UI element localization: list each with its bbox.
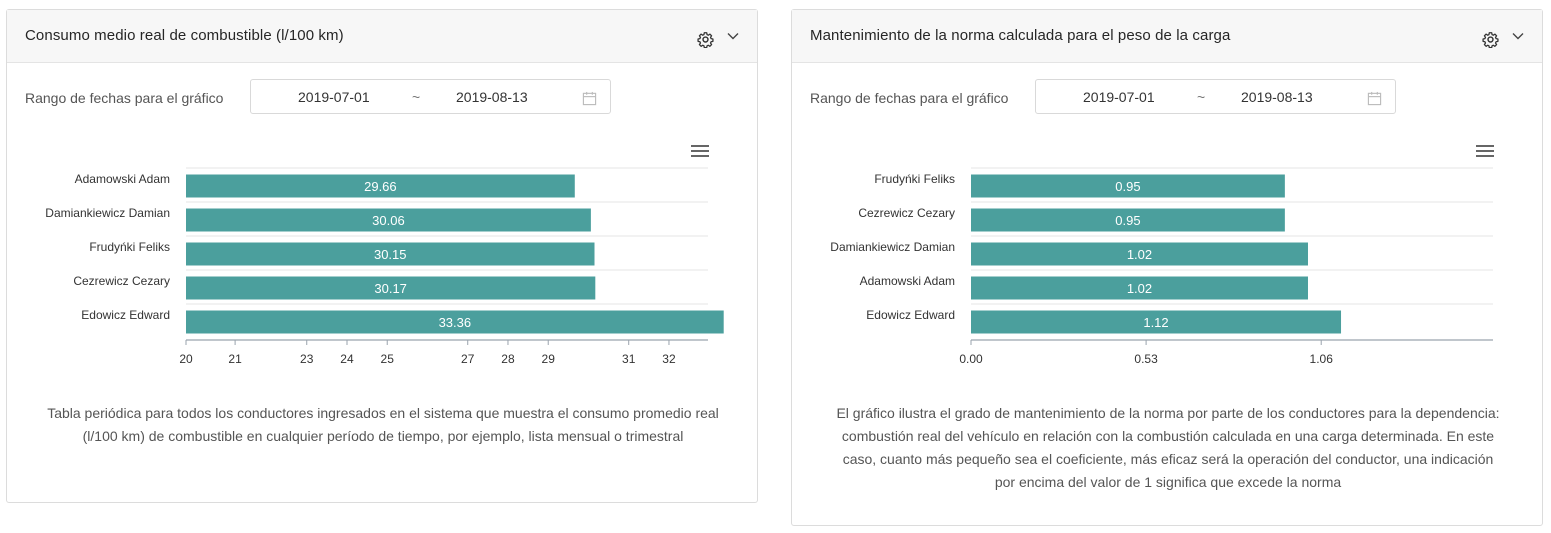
- x-tick-label: 1.06: [1310, 352, 1334, 366]
- load-norm-bar-chart: Frudyńki Feliks 0.95 Cezrewicz Cezary 0.95 D…: [830, 167, 1493, 366]
- x-tick-label: 0.53: [1134, 352, 1158, 366]
- chart-menu-icon[interactable]: [1476, 144, 1494, 158]
- category-label: Damiankiewicz Damian: [45, 206, 170, 220]
- load-norm-panel: Mantenimiento de la norma calculada para…: [791, 9, 1543, 526]
- x-tick-label: 28: [501, 352, 515, 366]
- x-tick-label: 20: [179, 352, 193, 366]
- range-separator: ~: [1197, 89, 1206, 105]
- x-tick-label: 0.00: [959, 352, 983, 366]
- fuel-consumption-panel: Consumo medio real de combustible (l/100…: [6, 9, 758, 503]
- bar-value-label: 0.95: [1115, 213, 1140, 228]
- x-tick-label: 32: [662, 352, 676, 366]
- x-tick-label: 25: [381, 352, 395, 366]
- gear-icon[interactable]: [1482, 31, 1499, 48]
- category-label: Edowicz Edward: [866, 308, 955, 322]
- bar-value-label: 1.02: [1127, 281, 1152, 296]
- chevron-down-icon[interactable]: [1511, 29, 1525, 43]
- x-tick-label: 27: [461, 352, 475, 366]
- bar-value-label: 0.95: [1115, 179, 1140, 194]
- bar-value-label: 1.12: [1143, 315, 1168, 330]
- panel-title: Consumo medio real de combustible (l/100…: [25, 27, 344, 44]
- category-label: Edowicz Edward: [81, 308, 170, 322]
- category-label: Frudyńki Feliks: [874, 172, 955, 186]
- x-tick-label: 24: [340, 352, 354, 366]
- x-tick-label: 23: [300, 352, 314, 366]
- gear-icon[interactable]: [697, 31, 714, 48]
- category-label: Adamowski Adam: [860, 274, 955, 288]
- range-start-input[interactable]: 2019-07-01: [1083, 89, 1155, 105]
- panel-header: Mantenimiento de la norma calculada para…: [792, 10, 1542, 63]
- bar-value-label: 30.15: [374, 247, 407, 262]
- bar-value-label: 30.17: [374, 281, 407, 296]
- fuel-consumption-bar-chart: Adamowski Adam 29.66 Damiankiewicz Damian 3…: [45, 167, 724, 366]
- category-label: Adamowski Adam: [75, 172, 170, 186]
- bar-value-label: 30.06: [372, 213, 405, 228]
- x-tick-label: 29: [542, 352, 556, 366]
- category-label: Damiankiewicz Damian: [830, 240, 955, 254]
- range-separator: ~: [412, 89, 421, 105]
- range-start-input[interactable]: 2019-07-01: [298, 89, 370, 105]
- date-range-label: Rango de fechas para el gráfico: [810, 90, 1009, 106]
- x-tick-label: 21: [228, 352, 242, 366]
- date-range-label: Rango de fechas para el gráfico: [25, 90, 224, 106]
- category-label: Cezrewicz Cezary: [73, 274, 170, 288]
- date-range-picker[interactable]: 2019-07-01 ~ 2019-08-13: [250, 79, 611, 114]
- chart-menu-icon[interactable]: [691, 144, 709, 158]
- range-end-input[interactable]: 2019-08-13: [1241, 89, 1313, 105]
- range-end-input[interactable]: 2019-08-13: [456, 89, 528, 105]
- bar-value-label: 29.66: [364, 179, 397, 194]
- x-tick-label: 31: [622, 352, 636, 366]
- panel-description: Tabla periódica para todos los conductor…: [47, 405, 719, 444]
- panel-header: Consumo medio real de combustible (l/100…: [7, 10, 757, 63]
- bar-value-label: 1.02: [1127, 247, 1152, 262]
- date-range-picker[interactable]: 2019-07-01 ~ 2019-08-13: [1035, 79, 1396, 114]
- calendar-icon[interactable]: [1367, 91, 1382, 106]
- bar-value-label: 33.36: [439, 315, 472, 330]
- calendar-icon[interactable]: [582, 91, 597, 106]
- category-label: Frudyńki Feliks: [89, 240, 170, 254]
- category-label: Cezrewicz Cezary: [858, 206, 955, 220]
- chevron-down-icon[interactable]: [726, 29, 740, 43]
- panel-title: Mantenimiento de la norma calculada para…: [810, 27, 1231, 44]
- panel-description: El gráfico ilustra el grado de mantenimi…: [836, 405, 1500, 490]
